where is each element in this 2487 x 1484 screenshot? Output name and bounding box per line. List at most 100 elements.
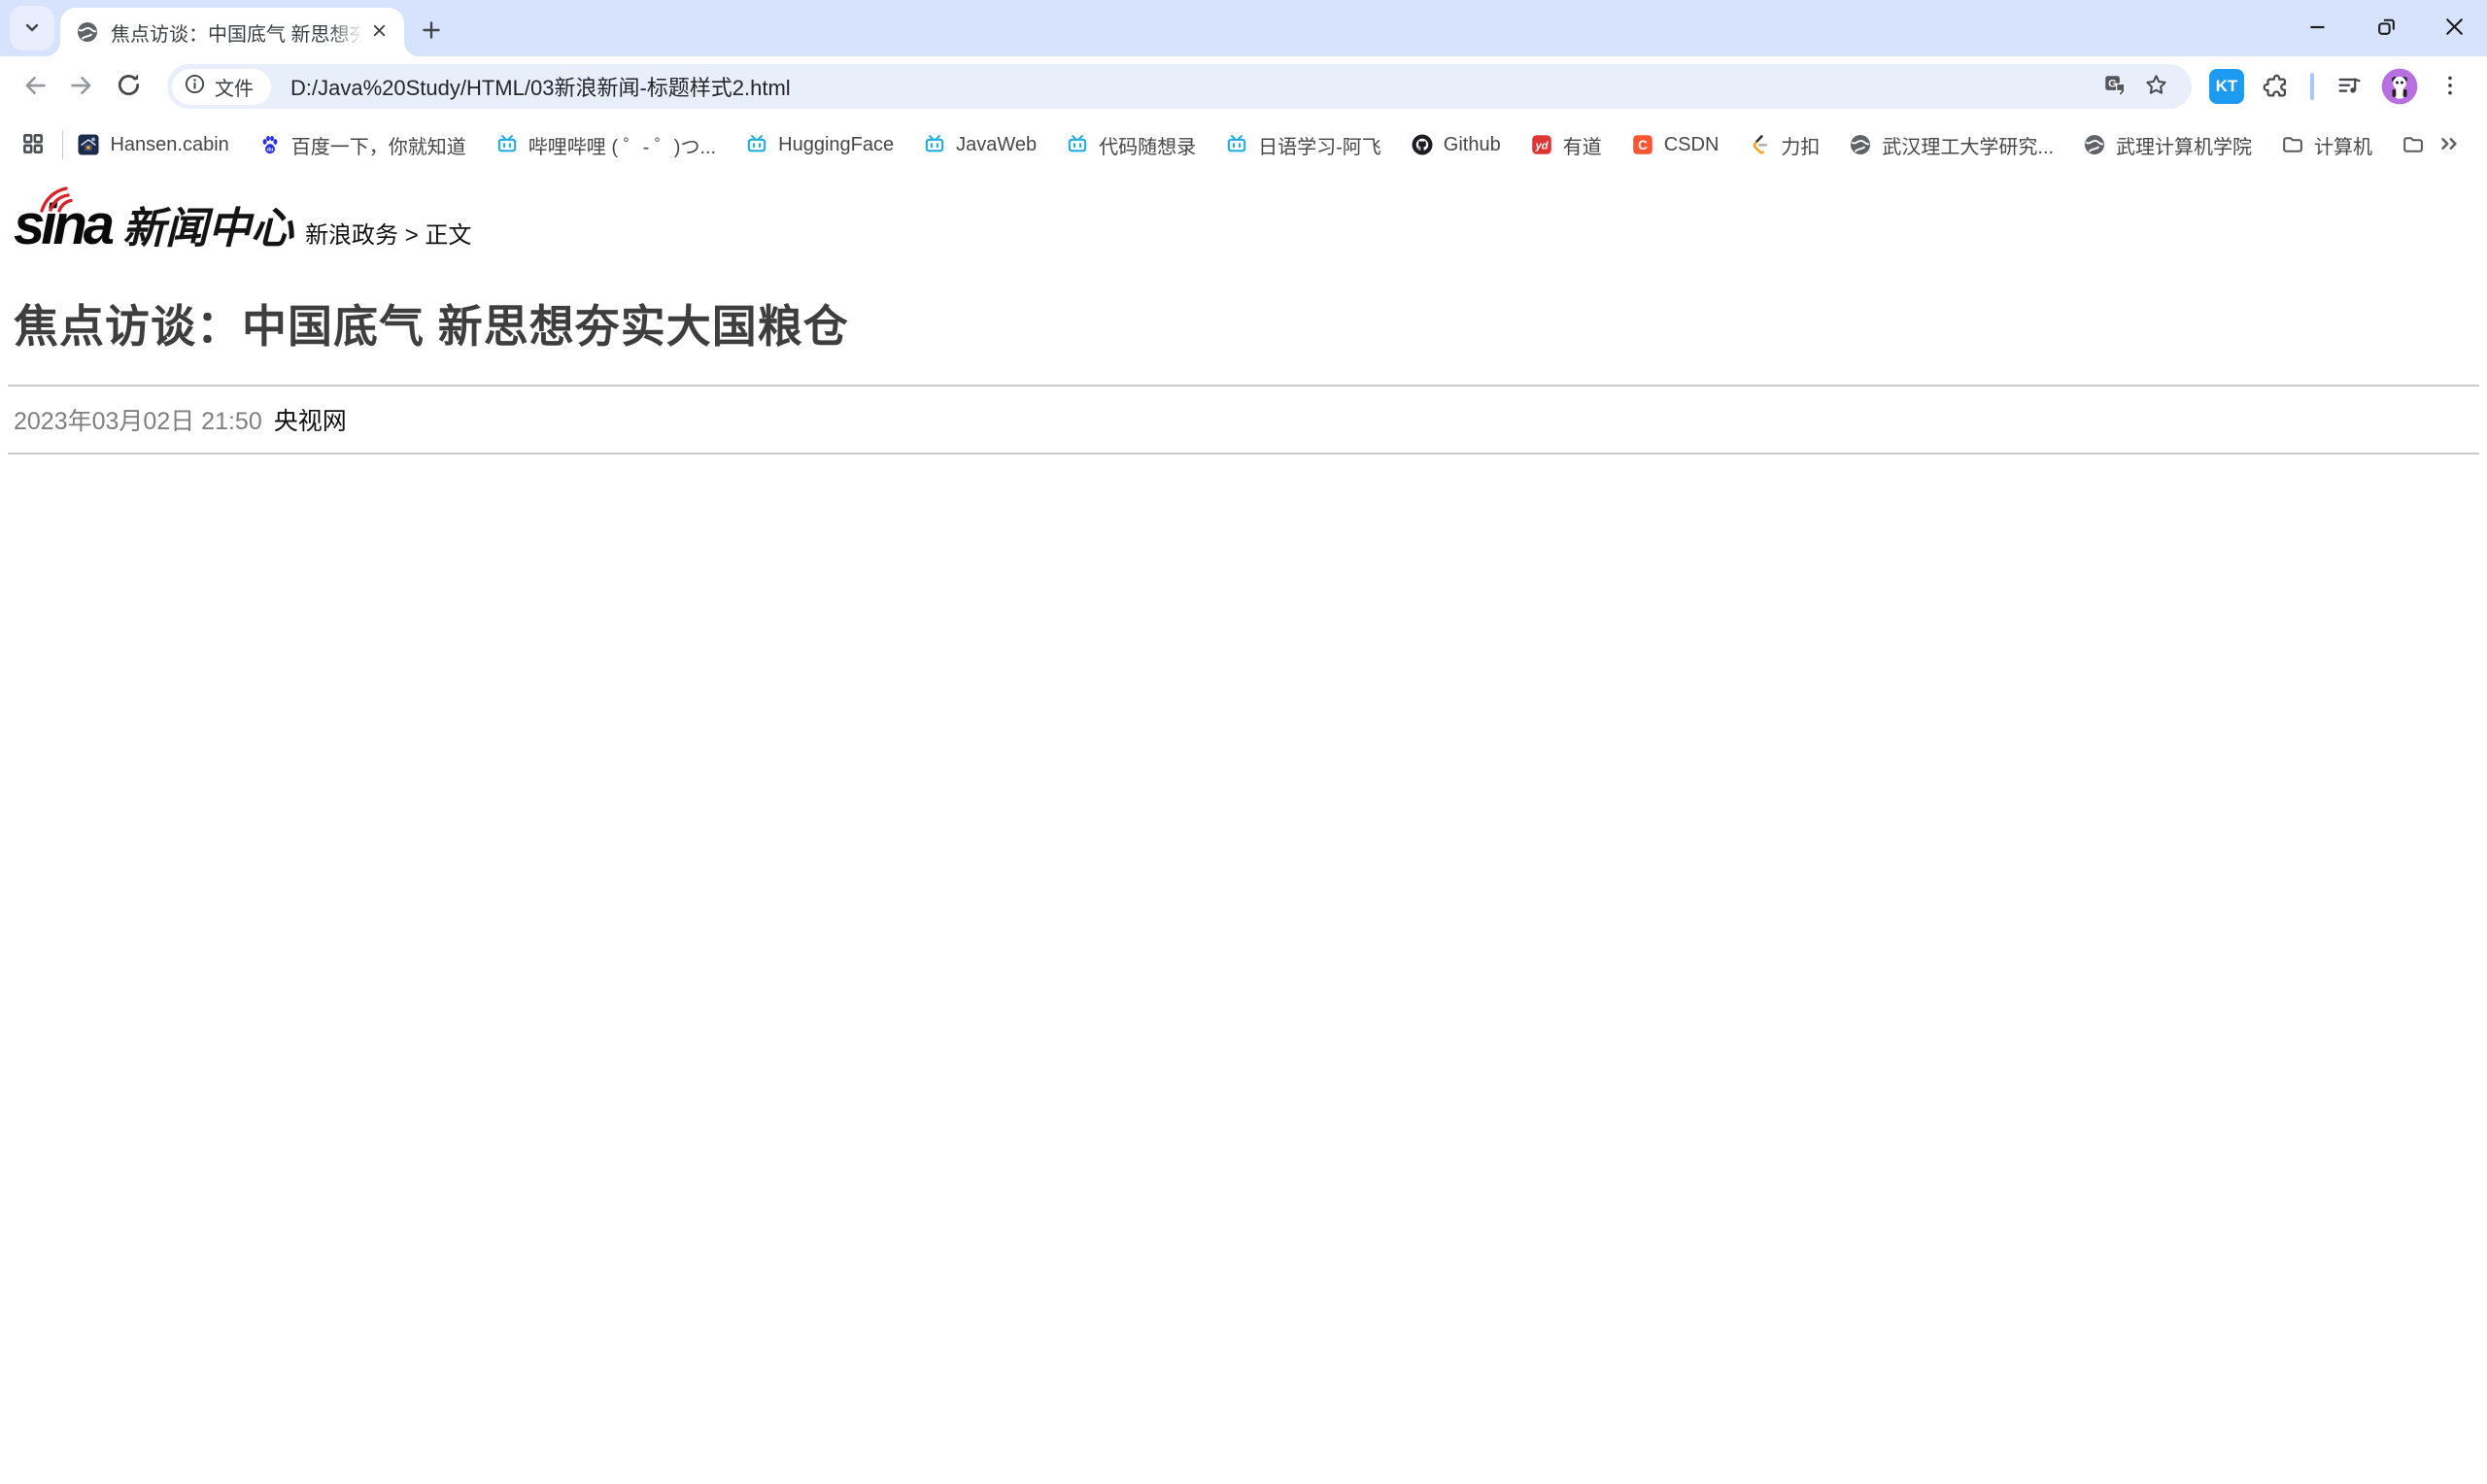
bilibili-icon bbox=[1066, 133, 1089, 156]
bookmark-item[interactable]: 哔哩哔哩 ( ゜- ゜)つ... bbox=[495, 131, 716, 159]
bookmark-item[interactable]: C CSDN bbox=[1631, 133, 1720, 156]
bookmark-label: 武汉理工大学研究... bbox=[1882, 136, 2055, 158]
bookmark-star-button[interactable] bbox=[2135, 66, 2176, 107]
tab-close-button[interactable] bbox=[365, 18, 392, 46]
puzzle-icon bbox=[2262, 72, 2289, 102]
globe-icon bbox=[2083, 133, 2106, 156]
masthead: sina 新闻中心 新浪政务 > 正文 bbox=[0, 186, 2487, 253]
minimize-button[interactable] bbox=[2299, 9, 2337, 48]
forward-button[interactable] bbox=[58, 63, 105, 110]
article-title: 焦点访谈：中国底气 新思想夯实大国粮仓 bbox=[14, 301, 849, 352]
bookmark-label: Hansen.cabin bbox=[110, 133, 229, 155]
breadcrumb[interactable]: 新浪政务 > 正文 bbox=[305, 216, 471, 251]
bookmark-item[interactable]: 力扣 bbox=[1748, 131, 1820, 159]
close-window-button[interactable] bbox=[2435, 9, 2473, 48]
bookmarks-list: Hansen.cabin du 百度一下，你就知道 哔哩哔哩 ( ゜- ゜)つ... H… bbox=[77, 131, 2431, 159]
bookmark-label: HuggingFace bbox=[778, 133, 895, 155]
youdao-icon: yd bbox=[1530, 133, 1553, 156]
chevron-down-icon bbox=[20, 16, 44, 42]
panda-avatar-icon bbox=[2380, 68, 2419, 109]
kt-extension-label: KT bbox=[2215, 77, 2238, 95]
toolbar-divider bbox=[2310, 73, 2314, 100]
extensions-button[interactable] bbox=[2252, 63, 2299, 110]
svg-text:C: C bbox=[1638, 138, 1648, 152]
bookmark-item[interactable]: yd 有道 bbox=[1530, 131, 1602, 159]
bilibili-icon bbox=[745, 133, 768, 156]
close-icon bbox=[370, 21, 389, 43]
bookmark-item[interactable]: Hansen.cabin bbox=[77, 133, 229, 156]
apps-grid-icon bbox=[20, 131, 46, 159]
info-icon bbox=[184, 73, 206, 100]
bookmark-label: CSDN bbox=[1663, 133, 1720, 155]
baidu-icon: du bbox=[258, 133, 282, 156]
minimize-icon bbox=[2305, 15, 2331, 43]
bookmark-item[interactable]: 读研 bbox=[2402, 131, 2431, 159]
bookmark-item[interactable]: 计算机 bbox=[2281, 131, 2372, 159]
leetcode-icon bbox=[1748, 133, 1771, 156]
restore-icon bbox=[2374, 15, 2399, 42]
svg-text:G: G bbox=[2108, 78, 2117, 89]
browser-toolbar: 文件 D:/Java%20Study/HTML/03新浪新闻-标题样式2.htm… bbox=[0, 56, 2487, 117]
window-controls bbox=[2299, 9, 2487, 48]
bookmark-item[interactable]: HuggingFace bbox=[745, 133, 894, 156]
apps-grid-button[interactable] bbox=[14, 124, 52, 165]
bookmark-label: 计算机 bbox=[2314, 136, 2373, 158]
profile-avatar[interactable] bbox=[2380, 67, 2419, 106]
bookmark-label: JavaWeb bbox=[956, 133, 1038, 155]
address-bar[interactable]: 文件 D:/Java%20Study/HTML/03新浪新闻-标题样式2.htm… bbox=[167, 64, 2192, 109]
close-icon bbox=[2442, 15, 2467, 42]
bookmark-item[interactable]: du 百度一下，你就知道 bbox=[258, 131, 466, 159]
plus-icon bbox=[419, 17, 444, 46]
article-meta: 2023年03月02日 21:50 央视网 bbox=[0, 387, 2487, 453]
arrow-left-icon bbox=[20, 71, 50, 103]
bookmarks-divider bbox=[61, 130, 64, 159]
folder-icon bbox=[2402, 133, 2425, 156]
star-icon bbox=[2143, 72, 2169, 101]
svg-text:yd: yd bbox=[1534, 141, 1548, 152]
bookmark-item[interactable]: 日语学习-阿飞 bbox=[1225, 131, 1381, 159]
double-chevron-right-icon bbox=[2436, 130, 2463, 160]
divider-bottom bbox=[8, 453, 2479, 455]
page-content: sina 新闻中心 新浪政务 > 正文 焦点访谈：中国底气 新思想夯实大国粮仓 … bbox=[0, 173, 2487, 455]
kebab-menu-icon bbox=[2437, 73, 2463, 101]
reload-button[interactable] bbox=[105, 63, 152, 110]
folder-icon bbox=[2281, 133, 2304, 156]
sina-red-lashes-icon bbox=[37, 185, 78, 219]
bilibili-icon bbox=[1225, 133, 1248, 156]
arrow-right-icon bbox=[67, 71, 96, 103]
browser-menu-button[interactable] bbox=[2427, 63, 2473, 110]
media-controls-button[interactable] bbox=[2326, 63, 2372, 110]
music-queue-icon bbox=[2335, 72, 2363, 102]
sina-logo-suffix: 新闻中心 bbox=[122, 205, 294, 253]
article-source-link[interactable]: 央视网 bbox=[274, 402, 347, 437]
svg-text:du: du bbox=[266, 148, 273, 153]
bookmark-item[interactable]: JavaWeb bbox=[923, 133, 1037, 156]
bookmark-item[interactable]: Github bbox=[1411, 133, 1501, 156]
sina-logo[interactable]: sina 新闻中心 bbox=[14, 186, 294, 253]
bookmarks-bar: Hansen.cabin du 百度一下，你就知道 哔哩哔哩 ( ゜- ゜)つ... H… bbox=[0, 117, 2487, 173]
bookmark-label: 代码随想录 bbox=[1099, 136, 1197, 158]
bookmark-label: 有道 bbox=[1562, 136, 1602, 158]
bookmark-label: 日语学习-阿飞 bbox=[1258, 136, 1381, 158]
bilibili-icon bbox=[923, 133, 946, 156]
site-info-chip[interactable]: 文件 bbox=[172, 68, 271, 105]
bookmark-label: 哔哩哔哩 ( ゜- ゜)つ... bbox=[528, 136, 717, 158]
active-browser-tab[interactable]: 焦点访谈：中国底气 新思想夯实 bbox=[45, 8, 420, 56]
tab-title: 焦点访谈：中国底气 新思想夯实 bbox=[111, 23, 365, 46]
translate-button[interactable]: G bbox=[2095, 66, 2135, 107]
bookmark-item[interactable]: 武汉理工大学研究... bbox=[1849, 131, 2054, 159]
bilibili-icon bbox=[495, 133, 519, 156]
csdn-icon: C bbox=[1631, 133, 1654, 156]
globe-favicon-icon bbox=[76, 20, 99, 44]
restore-button[interactable] bbox=[2367, 9, 2405, 48]
back-button[interactable] bbox=[12, 63, 58, 110]
tab-strip: 焦点访谈：中国底气 新思想夯实 bbox=[0, 0, 2487, 56]
bookmarks-overflow-button[interactable] bbox=[2431, 125, 2468, 164]
kt-extension-button[interactable]: KT bbox=[2209, 69, 2244, 104]
site-chip-label: 文件 bbox=[215, 78, 254, 100]
url-text: D:/Java%20Study/HTML/03新浪新闻-标题样式2.html bbox=[290, 76, 791, 100]
globe-icon bbox=[1849, 133, 1872, 156]
bookmark-item[interactable]: 武理计算机学院 bbox=[2083, 131, 2252, 159]
bookmark-item[interactable]: 代码随想录 bbox=[1066, 131, 1196, 159]
github-icon bbox=[1411, 133, 1434, 156]
